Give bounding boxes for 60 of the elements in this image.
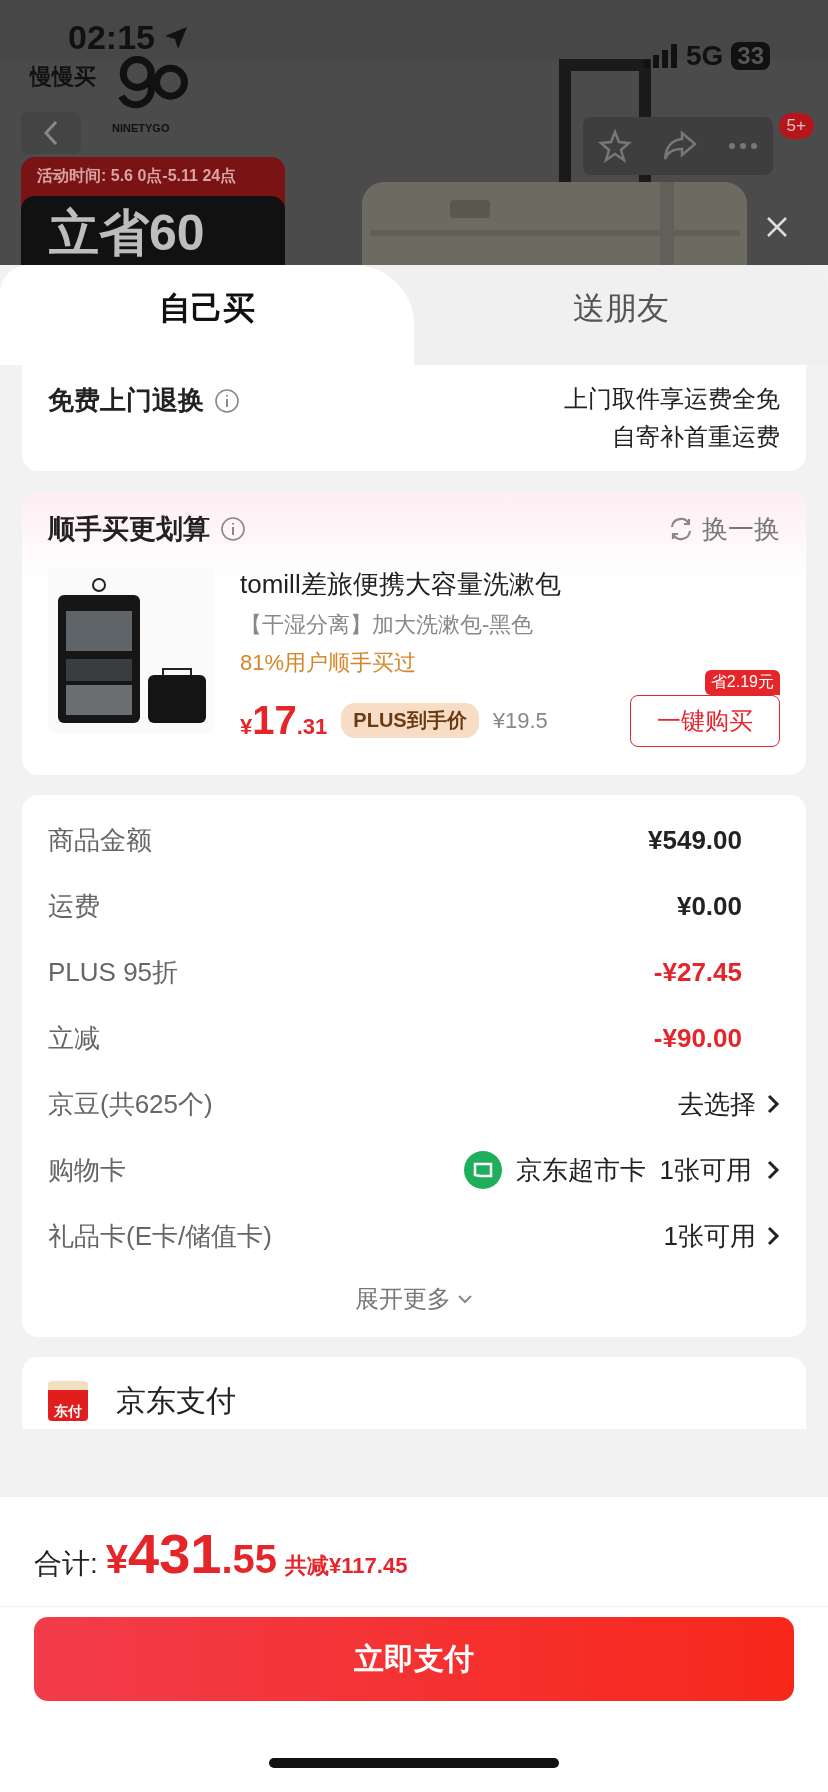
- summary-label: 商品金额: [48, 823, 152, 857]
- summary-label: 购物卡: [48, 1153, 126, 1187]
- signal-icon: [643, 44, 678, 68]
- chevron-right-icon: [766, 1093, 780, 1115]
- summary-value: 1张可用: [663, 1219, 756, 1253]
- refresh-icon: [668, 516, 694, 542]
- summary-value: ¥549.00: [648, 824, 742, 856]
- plus-price-tag: PLUS到手价: [341, 703, 479, 738]
- network-label: 5G: [685, 40, 724, 72]
- summary-value: -¥90.00: [653, 1022, 742, 1054]
- promo-headline: 立省60: [21, 196, 285, 265]
- more-icon[interactable]: [728, 142, 758, 150]
- summary-label: 京豆(共625个): [48, 1087, 213, 1121]
- payment-logo-icon: 东付: [48, 1381, 88, 1421]
- chevron-down-icon: [457, 1294, 473, 1304]
- summary-value: 去选择: [678, 1087, 756, 1121]
- summary-option[interactable]: 礼品卡(E卡/储值卡) 1张可用: [48, 1203, 780, 1269]
- battery-icon: 33: [731, 42, 770, 70]
- close-button[interactable]: [766, 216, 788, 238]
- summary-label: 立减: [48, 1021, 100, 1055]
- saving-badge: 省2.19元: [704, 670, 780, 695]
- summary-value: ¥0.00: [676, 890, 742, 922]
- expand-more-link[interactable]: 展开更多: [355, 1269, 473, 1323]
- pay-now-button[interactable]: 立即支付: [34, 1617, 794, 1701]
- product-name: tomill差旅便携大容量洗漱包: [240, 568, 562, 601]
- summary-label: 运费: [48, 889, 100, 923]
- return-service-note: 上门取件享运费全免: [564, 384, 780, 414]
- total-amount: ¥431.55: [105, 1521, 278, 1586]
- summary-label: 礼品卡(E卡/储值卡): [48, 1219, 272, 1253]
- summary-option[interactable]: 购物卡 京东超市卡 1张可用: [48, 1137, 780, 1203]
- back-button[interactable]: [21, 112, 81, 154]
- info-icon: [214, 387, 240, 414]
- summary-option[interactable]: 京豆(共625个) 去选择: [48, 1071, 780, 1137]
- info-icon: [220, 516, 246, 542]
- return-service-note: 自寄补首重运费: [612, 422, 780, 452]
- total-label: 合计:: [34, 1547, 98, 1581]
- product-price: ¥17.31: [240, 698, 328, 743]
- promo-period: 活动时间: 5.6 0点-5.11 24点: [36, 166, 238, 186]
- total-saving: 共减¥117.45: [285, 1552, 408, 1580]
- product-variant: 【干湿分离】加大洗漱包-黑色: [240, 611, 535, 639]
- chevron-right-icon: [766, 1225, 780, 1247]
- summary-label: PLUS 95折: [48, 955, 179, 989]
- chevron-right-icon: [766, 1159, 780, 1181]
- addon-title: 顺手买更划算: [48, 513, 210, 546]
- card-name: 京东超市卡: [515, 1153, 646, 1187]
- brand-label: NINETYGO: [112, 122, 170, 134]
- summary-value: 1张可用: [659, 1153, 752, 1187]
- card-icon: [463, 1151, 502, 1189]
- tab[interactable]: 送朋友: [414, 265, 828, 365]
- share-icon[interactable]: [662, 130, 698, 162]
- summary-value: -¥27.45: [653, 956, 742, 988]
- tab[interactable]: 自己买: [0, 265, 414, 365]
- social-proof: 81%用户顺手买过: [240, 649, 418, 677]
- return-service-label: 免费上门退换: [48, 384, 204, 417]
- quick-buy-button[interactable]: 一键购买: [630, 695, 780, 747]
- payment-method[interactable]: 京东支付: [116, 1380, 236, 1422]
- star-icon[interactable]: [598, 129, 632, 163]
- close-icon: [766, 216, 788, 238]
- original-price: ¥19.5: [492, 707, 548, 734]
- refresh-link[interactable]: 换一换: [668, 511, 780, 547]
